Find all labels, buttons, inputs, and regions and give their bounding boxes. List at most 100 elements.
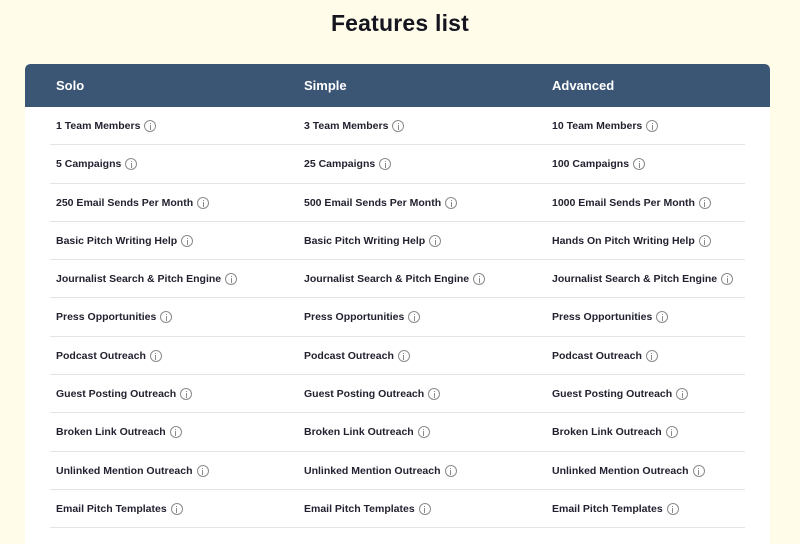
- feature-cell-solo: Press Opportunities: [56, 298, 173, 336]
- feature-label: Podcast Outreach: [56, 349, 146, 362]
- info-icon[interactable]: [698, 234, 711, 247]
- info-icon[interactable]: [197, 196, 210, 209]
- info-icon[interactable]: [379, 158, 392, 171]
- column-header-advanced: Advanced: [552, 78, 615, 93]
- table-row: Unlinked Mention Outreach Unlinked Mentio…: [50, 452, 745, 490]
- feature-label: 25 Campaigns: [304, 158, 376, 171]
- feature-label: Press Opportunities: [56, 311, 157, 324]
- info-icon[interactable]: [160, 311, 173, 324]
- table-row: Broken Link Outreach Broken Link Outreach…: [50, 413, 745, 452]
- feature-cell-solo: Podcast Outreach: [56, 337, 162, 375]
- feature-label: Podcast Outreach: [552, 349, 642, 362]
- feature-label: Guest Posting Outreach: [304, 388, 425, 401]
- feature-cell-solo: Unlinked Mention Outreach: [56, 452, 209, 490]
- feature-cell-solo: Email Pitch Templates: [56, 490, 183, 528]
- info-icon[interactable]: [445, 196, 458, 209]
- feature-cell-advanced: Hands On Pitch Writing Help: [552, 222, 711, 260]
- feature-cell-solo: Basic Pitch Writing Help: [56, 222, 194, 260]
- info-icon[interactable]: [676, 388, 689, 401]
- feature-label: 3 Team Members: [304, 120, 389, 132]
- feature-cell-advanced: Podcast Outreach: [552, 337, 658, 375]
- info-icon[interactable]: [170, 502, 183, 515]
- info-icon[interactable]: [408, 311, 421, 324]
- info-icon[interactable]: [169, 426, 182, 439]
- info-icon[interactable]: [428, 388, 441, 401]
- feature-label: Press Opportunities: [304, 311, 405, 324]
- feature-label: 1 Team Members: [56, 120, 141, 132]
- info-icon[interactable]: [417, 426, 430, 439]
- info-icon[interactable]: [418, 502, 431, 515]
- table-row: 5 Campaigns 25 Campaigns 100 Campaigns: [50, 145, 745, 184]
- feature-label: Email Pitch Templates: [552, 502, 663, 515]
- info-icon[interactable]: [181, 234, 194, 247]
- feature-cell-simple: Email Pitch Templates: [304, 490, 431, 528]
- feature-cell-solo: Guest Posting Outreach: [56, 375, 193, 413]
- info-icon[interactable]: [473, 273, 486, 286]
- feature-label: Journalist Search & Pitch Engine: [56, 273, 222, 286]
- features-table: Solo Simple Advanced 1 Team Members 3 Tea…: [25, 64, 770, 544]
- table-row: Podcast Outreach Podcast Outreach Podcast …: [50, 337, 745, 376]
- feature-cell-advanced: Press Opportunities: [552, 298, 669, 336]
- feature-label: 250 Email Sends Per Month: [56, 196, 194, 209]
- table-header: Solo Simple Advanced: [25, 64, 770, 107]
- table-row: 250 Email Sends Per Month 500 Email Sends…: [50, 184, 745, 222]
- table-row: 1 Team Members 3 Team Members 10 Team Memb…: [50, 107, 745, 146]
- feature-label: 500 Email Sends Per Month: [304, 196, 442, 209]
- feature-label: Broken Link Outreach: [304, 426, 414, 439]
- info-icon[interactable]: [721, 273, 734, 286]
- info-icon[interactable]: [429, 234, 442, 247]
- feature-cell-solo: 250 Email Sends Per Month: [56, 184, 210, 222]
- feature-label: 100 Campaigns: [552, 158, 630, 171]
- info-icon[interactable]: [656, 311, 669, 324]
- feature-label: Unlinked Mention Outreach: [552, 464, 689, 477]
- info-icon[interactable]: [225, 273, 238, 286]
- info-icon[interactable]: [392, 120, 405, 132]
- feature-cell-solo: Journalist Search & Pitch Engine: [56, 260, 238, 298]
- feature-cell-simple: Unlinked Mention Outreach: [304, 452, 457, 490]
- feature-label: Basic Pitch Writing Help: [56, 234, 178, 247]
- feature-label: Guest Posting Outreach: [552, 388, 673, 401]
- table-row: Guest Posting Outreach Guest Posting Outr…: [50, 375, 745, 414]
- feature-label: Guest Posting Outreach: [56, 388, 177, 401]
- info-icon[interactable]: [698, 196, 711, 209]
- feature-cell-simple: 3 Team Members: [304, 107, 405, 145]
- table-row: Email Pitch Templates Email Pitch Templat…: [50, 490, 745, 529]
- info-icon[interactable]: [125, 158, 138, 171]
- feature-label: Journalist Search & Pitch Engine: [552, 273, 718, 286]
- feature-cell-advanced: Email Pitch Templates: [552, 490, 679, 528]
- info-icon[interactable]: [646, 120, 659, 132]
- info-icon[interactable]: [397, 349, 410, 362]
- feature-label: Broken Link Outreach: [552, 426, 662, 439]
- feature-label: Hands On Pitch Writing Help: [552, 234, 695, 247]
- feature-label: 1000 Email Sends Per Month: [552, 196, 695, 209]
- table-row: Press Opportunities Press Opportunities Pr…: [50, 298, 745, 337]
- info-icon[interactable]: [665, 426, 678, 439]
- info-icon[interactable]: [149, 349, 162, 362]
- feature-cell-simple: Basic Pitch Writing Help: [304, 222, 442, 260]
- feature-cell-advanced: 10 Team Members: [552, 107, 659, 145]
- info-icon[interactable]: [666, 502, 679, 515]
- feature-cell-advanced: Broken Link Outreach: [552, 413, 678, 451]
- info-icon[interactable]: [444, 464, 457, 477]
- feature-label: 5 Campaigns: [56, 158, 122, 171]
- feature-cell-simple: 500 Email Sends Per Month: [304, 184, 458, 222]
- feature-label: Broken Link Outreach: [56, 426, 166, 439]
- feature-cell-simple: Press Opportunities: [304, 298, 421, 336]
- column-header-solo: Solo: [56, 78, 85, 93]
- info-icon[interactable]: [692, 464, 705, 477]
- feature-cell-advanced: Unlinked Mention Outreach: [552, 452, 705, 490]
- info-icon[interactable]: [633, 158, 646, 171]
- feature-cell-solo: 1 Team Members: [56, 107, 157, 145]
- feature-label: Unlinked Mention Outreach: [304, 464, 441, 477]
- feature-cell-simple: Guest Posting Outreach: [304, 375, 441, 413]
- info-icon[interactable]: [144, 120, 157, 132]
- column-header-simple: Simple: [304, 78, 347, 93]
- info-icon[interactable]: [645, 349, 658, 362]
- info-icon[interactable]: [180, 388, 193, 401]
- feature-cell-solo: 5 Campaigns: [56, 145, 138, 183]
- info-icon[interactable]: [196, 464, 209, 477]
- feature-label: Podcast Outreach: [304, 349, 394, 362]
- page-title: Features list: [330, 10, 470, 36]
- table-body: 1 Team Members 3 Team Members 10 Team Memb…: [25, 107, 770, 529]
- table-row: Journalist Search & Pitch Engine Journali…: [50, 260, 745, 299]
